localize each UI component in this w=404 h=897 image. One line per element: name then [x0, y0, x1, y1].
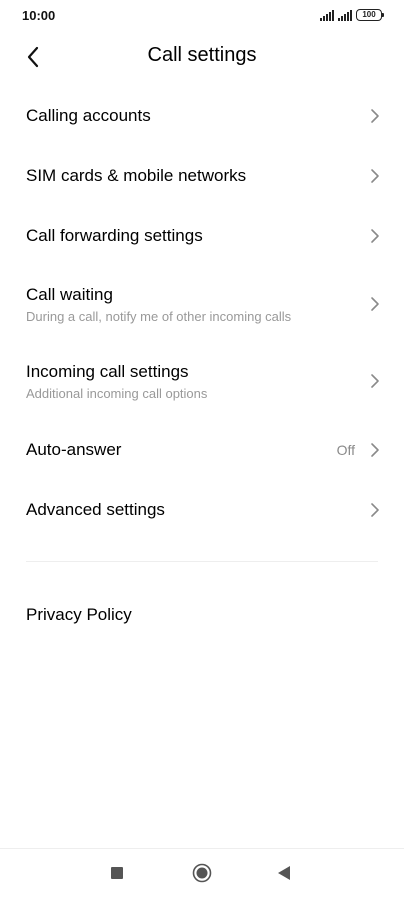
recents-button[interactable] [105, 861, 129, 885]
setting-call-forwarding[interactable]: Call forwarding settings [0, 206, 404, 266]
section-divider [26, 561, 378, 562]
back-triangle-icon [277, 866, 290, 880]
setting-title: SIM cards & mobile networks [26, 166, 247, 185]
setting-auto-answer[interactable]: Auto-answer Off [0, 420, 404, 480]
setting-title: Call forwarding settings [26, 226, 203, 245]
setting-title: Advanced settings [26, 500, 165, 519]
signal-icon [320, 10, 334, 21]
setting-title: Call waiting [26, 285, 113, 304]
setting-title: Calling accounts [26, 106, 151, 125]
settings-list: Calling accounts SIM cards & mobile netw… [0, 86, 404, 540]
status-bar: 10:00 100 [0, 0, 404, 32]
setting-title: Incoming call settings [26, 362, 189, 381]
chevron-right-icon [371, 169, 379, 183]
setting-call-waiting[interactable]: Call waiting During a call, notify me of… [0, 266, 404, 343]
chevron-right-icon [371, 109, 379, 123]
chevron-right-icon [371, 443, 379, 457]
page-title: Call settings [147, 44, 257, 66]
setting-sim-cards[interactable]: SIM cards & mobile networks [0, 146, 404, 206]
home-button[interactable] [190, 861, 214, 885]
setting-incoming-call[interactable]: Incoming call settings Additional incomi… [0, 343, 404, 420]
status-time: 10:00 [22, 8, 56, 23]
status-icons: 100 [320, 9, 384, 21]
signal-icon [338, 10, 352, 21]
setting-advanced[interactable]: Advanced settings [0, 480, 404, 540]
navigation-bar [0, 849, 404, 897]
chevron-right-icon [371, 374, 379, 388]
nav-back-button[interactable] [272, 861, 296, 885]
battery-level: 100 [362, 10, 376, 19]
setting-title: Auto-answer [26, 440, 122, 459]
header: Call settings [0, 32, 404, 82]
setting-subtitle: Additional incoming call options [26, 386, 208, 401]
recents-square-icon [111, 867, 123, 879]
setting-subtitle: During a call, notify me of other incomi… [26, 309, 292, 324]
setting-value: Off [336, 442, 355, 458]
chevron-right-icon [371, 297, 379, 311]
privacy-policy-link[interactable]: Privacy Policy [26, 605, 132, 625]
home-circle-icon [192, 863, 212, 883]
battery-icon: 100 [356, 9, 384, 21]
setting-calling-accounts[interactable]: Calling accounts [0, 86, 404, 146]
chevron-right-icon [371, 229, 379, 243]
chevron-right-icon [371, 503, 379, 517]
